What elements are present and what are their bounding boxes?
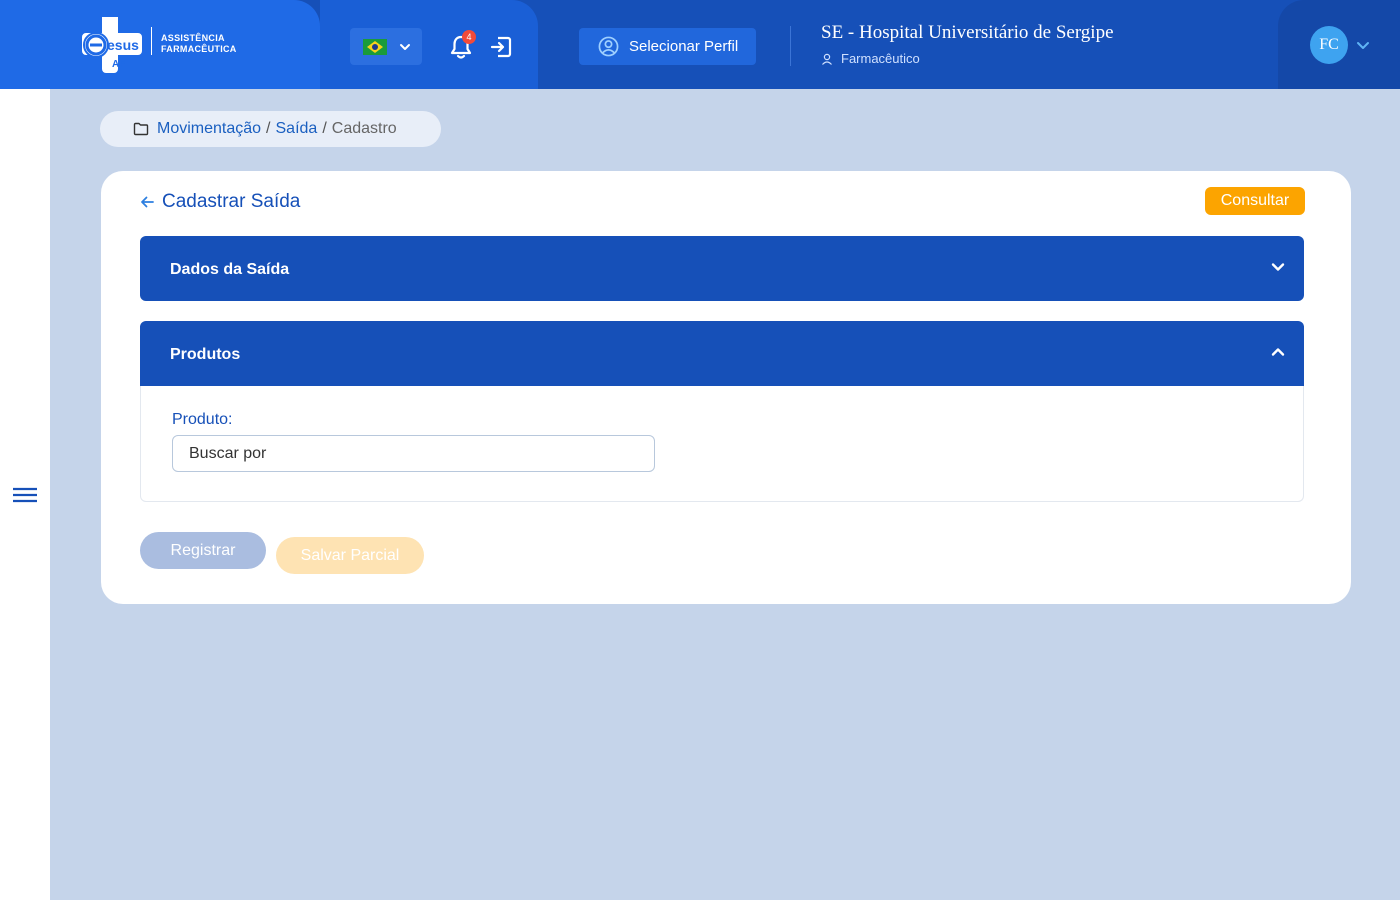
logo-brand-text: esus [107,37,139,53]
app-logo[interactable]: esus AF ASSISTÊNCIA FARMACÊUTICA [82,17,252,73]
top-header: esus AF ASSISTÊNCIA FARMACÊUTICA 4 Selec… [0,0,1400,89]
flag-brazil-icon [363,39,387,55]
back-arrow-icon[interactable] [140,195,154,209]
chevron-down-icon[interactable] [1356,40,1370,52]
hamburger-icon[interactable] [13,487,37,503]
consult-button[interactable]: Consultar [1205,187,1305,215]
notification-badge: 4 [462,30,476,44]
breadcrumb: Movimentação / Saída / Cadastro [100,111,441,147]
hospital-name: SE - Hospital Universitário de Sergipe [821,22,1114,43]
register-button[interactable]: Registrar [140,532,266,569]
chevron-down-icon [1271,263,1285,271]
language-select[interactable] [350,28,422,65]
user-role-label: Farmacêutico [841,51,920,66]
page-title: Cadastrar Saída [162,191,301,212]
breadcrumb-separator: / [266,120,271,137]
avatar[interactable]: FC [1310,26,1348,64]
save-partial-button[interactable]: Salvar Parcial [276,537,424,574]
breadcrumb-current: Cadastro [331,120,397,137]
logo-sub-text: AF [112,59,125,70]
breadcrumb-trail: Movimentação / Saída / Cadastro [157,120,397,138]
breadcrumb-separator: / [322,120,327,137]
accordion-dados-saida[interactable]: Dados da Saída [140,236,1304,301]
user-circle-icon [598,36,619,57]
select-profile-label: Selecionar Perfil [629,38,739,55]
chevron-up-icon [1271,348,1285,356]
breadcrumb-item-saida[interactable]: Saída [276,120,318,137]
user-role: Farmacêutico [821,51,920,66]
esus-logo-icon: esus AF [82,17,142,73]
select-profile-button[interactable]: Selecionar Perfil [579,28,756,65]
product-search-input[interactable] [172,435,655,472]
breadcrumb-item-movimentacao[interactable]: Movimentação [157,120,261,137]
sidebar [0,89,50,900]
user-icon [822,53,832,65]
logo-text: ASSISTÊNCIA FARMACÊUTICA [161,33,237,55]
chevron-down-icon [400,44,410,50]
logo-text-line2: FARMACÊUTICA [161,44,237,54]
logout-icon[interactable] [489,35,513,59]
accordion-produtos[interactable]: Produtos [140,321,1304,386]
main-card: Cadastrar Saída Consultar Dados da Saída… [101,171,1351,604]
header-divider [790,26,791,66]
folder-icon [133,122,149,136]
product-field-label: Produto: [172,411,233,428]
produtos-panel: Produto: [140,386,1304,502]
logo-divider [151,27,152,55]
accordion-label: Produtos [170,346,241,363]
logo-text-line1: ASSISTÊNCIA [161,33,225,43]
accordion-label: Dados da Saída [170,261,290,278]
